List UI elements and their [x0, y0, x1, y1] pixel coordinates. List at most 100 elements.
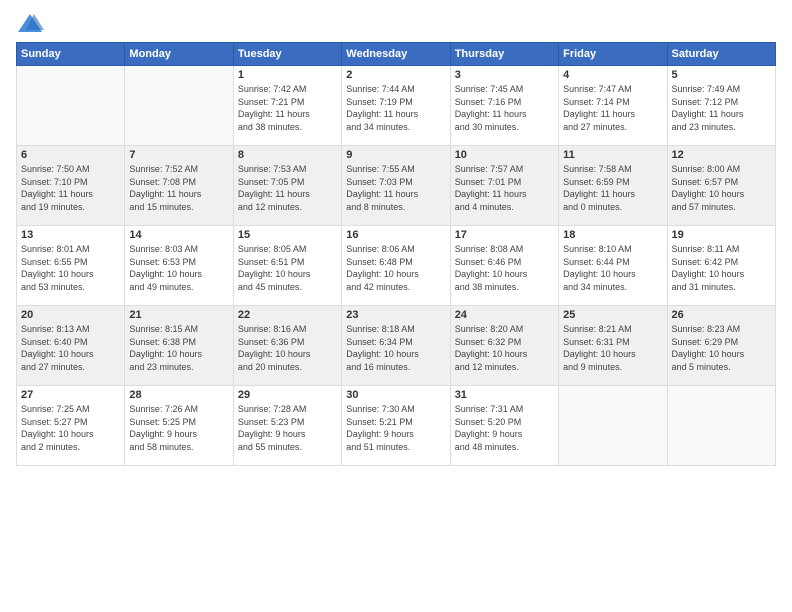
calendar-cell: 16 Sunrise: 8:06 AM Sunset: 6:48 PM Dayli…: [342, 226, 450, 306]
calendar-cell: 19Sunrise: 8:11 AM Sunset: 6:42 PM Dayli…: [667, 226, 775, 306]
calendar-week-5: 27 Sunrise: 7:25 AM Sunset: 5:27 PM Dayli…: [17, 386, 776, 466]
day-number: 22: [238, 309, 337, 321]
day-number: 1: [238, 69, 337, 81]
calendar-table: SundayMondayTuesdayWednesdayThursdayFrid…: [16, 42, 776, 466]
calendar-week-4: 20 Sunrise: 8:13 AM Sunset: 6:40 PM Dayli…: [17, 306, 776, 386]
day-info: Sunrise: 7:44 AM Sunset: 7:19 PM Dayligh…: [346, 83, 445, 133]
calendar-cell: 18 Sunrise: 8:10 AM Sunset: 6:44 PM Dayli…: [559, 226, 667, 306]
weekday-header-monday: Monday: [125, 43, 233, 66]
day-number: 20: [21, 309, 120, 321]
calendar-cell: 17 Sunrise: 8:08 AM Sunset: 6:46 PM Dayli…: [450, 226, 558, 306]
day-info: Sunrise: 8:11 AM Sunset: 6:42 PM Dayligh…: [672, 243, 771, 293]
day-number: 10: [455, 149, 554, 161]
day-number: 29: [238, 389, 337, 401]
day-number: 25: [563, 309, 662, 321]
calendar-cell: 9Sunrise: 7:55 AM Sunset: 7:03 PM Daylig…: [342, 146, 450, 226]
calendar-cell: 25 Sunrise: 8:21 AM Sunset: 6:31 PM Dayli…: [559, 306, 667, 386]
calendar-cell: 12 Sunrise: 8:00 AM Sunset: 6:57 PM Dayli…: [667, 146, 775, 226]
calendar-cell: 7 Sunrise: 7:52 AM Sunset: 7:08 PM Daylig…: [125, 146, 233, 226]
calendar-cell: [17, 66, 125, 146]
weekday-header-row: SundayMondayTuesdayWednesdayThursdayFrid…: [17, 43, 776, 66]
weekday-header-sunday: Sunday: [17, 43, 125, 66]
day-info: Sunrise: 7:52 AM Sunset: 7:08 PM Dayligh…: [129, 163, 228, 213]
day-info: Sunrise: 8:15 AM Sunset: 6:38 PM Dayligh…: [129, 323, 228, 373]
weekday-header-tuesday: Tuesday: [233, 43, 341, 66]
day-info: Sunrise: 8:00 AM Sunset: 6:57 PM Dayligh…: [672, 163, 771, 213]
weekday-header-thursday: Thursday: [450, 43, 558, 66]
calendar-cell: [125, 66, 233, 146]
calendar-cell: 2 Sunrise: 7:44 AM Sunset: 7:19 PM Daylig…: [342, 66, 450, 146]
day-number: 24: [455, 309, 554, 321]
day-info: Sunrise: 8:20 AM Sunset: 6:32 PM Dayligh…: [455, 323, 554, 373]
day-info: Sunrise: 8:23 AM Sunset: 6:29 PM Dayligh…: [672, 323, 771, 373]
calendar-cell: 31 Sunrise: 7:31 AM Sunset: 5:20 PM Dayli…: [450, 386, 558, 466]
day-info: Sunrise: 7:57 AM Sunset: 7:01 PM Dayligh…: [455, 163, 554, 213]
day-number: 4: [563, 69, 662, 81]
calendar-cell: 27 Sunrise: 7:25 AM Sunset: 5:27 PM Dayli…: [17, 386, 125, 466]
calendar-page: SundayMondayTuesdayWednesdayThursdayFrid…: [0, 0, 792, 612]
day-number: 11: [563, 149, 662, 161]
calendar-cell: [559, 386, 667, 466]
day-info: Sunrise: 8:06 AM Sunset: 6:48 PM Dayligh…: [346, 243, 445, 293]
day-number: 13: [21, 229, 120, 241]
day-info: Sunrise: 7:31 AM Sunset: 5:20 PM Dayligh…: [455, 403, 554, 453]
day-number: 14: [129, 229, 228, 241]
calendar-week-3: 13 Sunrise: 8:01 AM Sunset: 6:55 PM Dayli…: [17, 226, 776, 306]
calendar-cell: 11 Sunrise: 7:58 AM Sunset: 6:59 PM Dayli…: [559, 146, 667, 226]
day-info: Sunrise: 7:42 AM Sunset: 7:21 PM Dayligh…: [238, 83, 337, 133]
day-info: Sunrise: 7:45 AM Sunset: 7:16 PM Dayligh…: [455, 83, 554, 133]
day-number: 31: [455, 389, 554, 401]
calendar-cell: 29 Sunrise: 7:28 AM Sunset: 5:23 PM Dayli…: [233, 386, 341, 466]
day-info: Sunrise: 8:18 AM Sunset: 6:34 PM Dayligh…: [346, 323, 445, 373]
logo-icon: [16, 12, 44, 34]
day-info: Sunrise: 7:26 AM Sunset: 5:25 PM Dayligh…: [129, 403, 228, 453]
day-info: Sunrise: 8:08 AM Sunset: 6:46 PM Dayligh…: [455, 243, 554, 293]
calendar-cell: 14Sunrise: 8:03 AM Sunset: 6:53 PM Dayli…: [125, 226, 233, 306]
day-info: Sunrise: 7:49 AM Sunset: 7:12 PM Dayligh…: [672, 83, 771, 133]
weekday-header-saturday: Saturday: [667, 43, 775, 66]
weekday-header-wednesday: Wednesday: [342, 43, 450, 66]
calendar-cell: 21 Sunrise: 8:15 AM Sunset: 6:38 PM Dayli…: [125, 306, 233, 386]
day-number: 17: [455, 229, 554, 241]
calendar-cell: 3Sunrise: 7:45 AM Sunset: 7:16 PM Daylig…: [450, 66, 558, 146]
calendar-week-2: 6Sunrise: 7:50 AM Sunset: 7:10 PM Daylig…: [17, 146, 776, 226]
logo: [16, 12, 48, 34]
calendar-cell: 5 Sunrise: 7:49 AM Sunset: 7:12 PM Daylig…: [667, 66, 775, 146]
day-info: Sunrise: 7:30 AM Sunset: 5:21 PM Dayligh…: [346, 403, 445, 453]
day-info: Sunrise: 7:28 AM Sunset: 5:23 PM Dayligh…: [238, 403, 337, 453]
day-number: 18: [563, 229, 662, 241]
day-number: 7: [129, 149, 228, 161]
day-info: Sunrise: 8:21 AM Sunset: 6:31 PM Dayligh…: [563, 323, 662, 373]
calendar-cell: 8Sunrise: 7:53 AM Sunset: 7:05 PM Daylig…: [233, 146, 341, 226]
day-info: Sunrise: 7:58 AM Sunset: 6:59 PM Dayligh…: [563, 163, 662, 213]
day-info: Sunrise: 8:01 AM Sunset: 6:55 PM Dayligh…: [21, 243, 120, 293]
day-number: 27: [21, 389, 120, 401]
day-number: 9: [346, 149, 445, 161]
day-number: 12: [672, 149, 771, 161]
day-info: Sunrise: 7:25 AM Sunset: 5:27 PM Dayligh…: [21, 403, 120, 453]
day-number: 26: [672, 309, 771, 321]
day-number: 5: [672, 69, 771, 81]
day-info: Sunrise: 7:50 AM Sunset: 7:10 PM Dayligh…: [21, 163, 120, 213]
page-header: [16, 12, 776, 34]
day-number: 21: [129, 309, 228, 321]
calendar-cell: 13 Sunrise: 8:01 AM Sunset: 6:55 PM Dayli…: [17, 226, 125, 306]
calendar-cell: 10 Sunrise: 7:57 AM Sunset: 7:01 PM Dayli…: [450, 146, 558, 226]
calendar-cell: 20 Sunrise: 8:13 AM Sunset: 6:40 PM Dayli…: [17, 306, 125, 386]
calendar-cell: 28 Sunrise: 7:26 AM Sunset: 5:25 PM Dayli…: [125, 386, 233, 466]
day-number: 28: [129, 389, 228, 401]
calendar-week-1: 1 Sunrise: 7:42 AM Sunset: 7:21 PM Daylig…: [17, 66, 776, 146]
day-number: 2: [346, 69, 445, 81]
calendar-cell: 22 Sunrise: 8:16 AM Sunset: 6:36 PM Dayli…: [233, 306, 341, 386]
day-number: 8: [238, 149, 337, 161]
calendar-cell: 30Sunrise: 7:30 AM Sunset: 5:21 PM Dayli…: [342, 386, 450, 466]
day-info: Sunrise: 8:10 AM Sunset: 6:44 PM Dayligh…: [563, 243, 662, 293]
calendar-cell: 23Sunrise: 8:18 AM Sunset: 6:34 PM Dayli…: [342, 306, 450, 386]
calendar-cell: 15 Sunrise: 8:05 AM Sunset: 6:51 PM Dayli…: [233, 226, 341, 306]
day-number: 15: [238, 229, 337, 241]
day-info: Sunrise: 8:16 AM Sunset: 6:36 PM Dayligh…: [238, 323, 337, 373]
day-number: 16: [346, 229, 445, 241]
day-info: Sunrise: 8:13 AM Sunset: 6:40 PM Dayligh…: [21, 323, 120, 373]
day-info: Sunrise: 8:05 AM Sunset: 6:51 PM Dayligh…: [238, 243, 337, 293]
calendar-cell: 4Sunrise: 7:47 AM Sunset: 7:14 PM Daylig…: [559, 66, 667, 146]
